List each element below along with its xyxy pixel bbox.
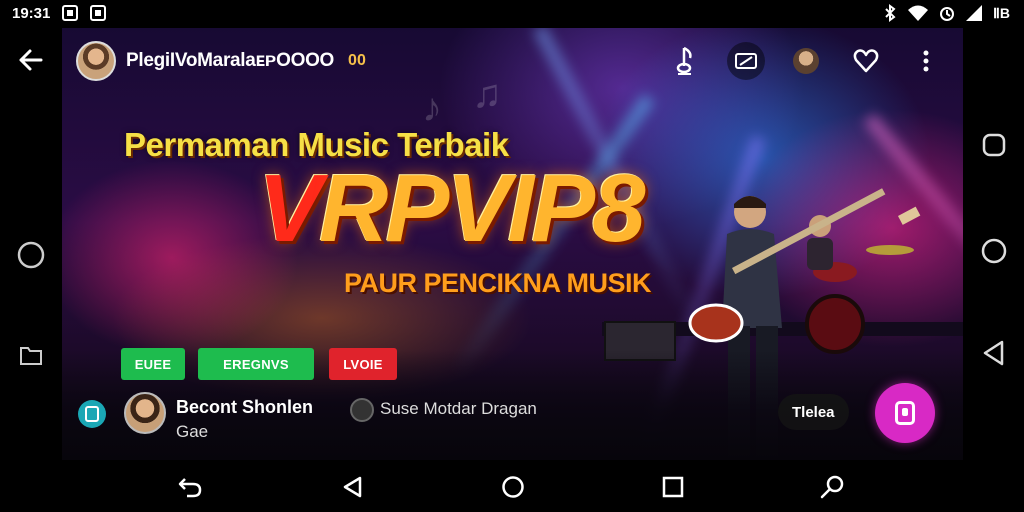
nav-home-button[interactable] [500, 474, 526, 500]
circle-icon [17, 241, 45, 269]
right-nav-rail [963, 26, 1024, 460]
more-options-button[interactable] [907, 42, 945, 80]
back-button[interactable] [17, 46, 45, 74]
nav-recents-button[interactable] [660, 474, 686, 500]
folder-button[interactable] [19, 344, 43, 366]
cast-icon [735, 53, 757, 69]
top-actions [667, 42, 945, 80]
uploader-avatar[interactable] [124, 392, 166, 434]
banner-brand: VRPVIP8 [258, 154, 646, 264]
cast-button[interactable] [727, 42, 765, 80]
overview-button[interactable] [981, 132, 1007, 158]
channel-info[interactable]: PlegiIVoMaralaᴇᴘOOOO 00 [76, 41, 366, 81]
triangle-back-icon [983, 340, 1003, 366]
left-nav-rail [0, 26, 62, 460]
profile-avatar [793, 48, 819, 74]
pill-button[interactable]: Tlelea [778, 394, 849, 430]
bluetooth-icon [885, 4, 896, 22]
tag-chip[interactable]: EUEE [121, 348, 185, 380]
home-button[interactable] [980, 237, 1008, 265]
record-icon [895, 401, 915, 425]
tag-chip[interactable]: LVOIE [329, 348, 397, 380]
uploader-subtitle: Gae [176, 422, 209, 441]
wifi-icon [907, 5, 928, 21]
banner-brand-rest: RPVIP8 [319, 155, 645, 262]
circle-icon [981, 238, 1006, 264]
channel-avatar[interactable] [76, 41, 116, 81]
signal-icon [965, 5, 982, 21]
undo-icon [178, 478, 202, 498]
channel-name[interactable]: PlegiIVoMaralaᴇᴘOOOO [126, 50, 334, 72]
back-arrow-icon [19, 49, 43, 71]
search-icon [820, 475, 844, 499]
nav-search-button[interactable] [819, 474, 845, 500]
profile-button[interactable] [787, 42, 825, 80]
rounded-square-icon [982, 133, 1005, 157]
gallery-notification-icon [90, 5, 107, 21]
channel-badge: 00 [348, 52, 366, 69]
status-time: 19:31 [12, 4, 51, 22]
status-right: ⅡB [883, 4, 1010, 22]
system-nav-bar [0, 460, 1024, 512]
banner-brand-v: V [258, 155, 322, 262]
recents-square-icon [662, 476, 684, 498]
home-circle-icon [502, 476, 524, 498]
battery-icon: ⅡB [992, 4, 1010, 21]
notification-icon [62, 5, 79, 21]
nav-back-button[interactable] [981, 339, 1007, 367]
folder-icon [20, 347, 42, 365]
banner-subline: PAUR PENCIKNA MUSIK [344, 268, 652, 298]
more-vert-icon [923, 50, 929, 72]
triangle-back-icon [343, 476, 362, 498]
uploader-name[interactable]: Becont Shonlen [176, 397, 313, 418]
status-left: 19:31 [12, 4, 107, 22]
left-circle-button[interactable] [16, 240, 46, 270]
tag-chip[interactable]: EREGNVS [198, 348, 314, 380]
undo-button[interactable] [177, 474, 203, 500]
like-button[interactable] [847, 42, 885, 80]
heart-icon [853, 49, 879, 73]
info-badge-icon[interactable] [78, 400, 106, 428]
status-bar: 19:31 ⅡB [0, 0, 1024, 26]
record-fab-button[interactable] [875, 383, 935, 443]
song-title[interactable]: Suse Motdar Dragan [380, 399, 537, 419]
video-player[interactable]: ♪ ♫ PlegiIVoMaralaᴇᴘOOOO 00 Permaman Mus… [62, 28, 963, 460]
alarm-icon [939, 7, 954, 21]
song-disc-icon [350, 398, 374, 422]
music-button[interactable] [667, 42, 705, 80]
music-note-icon [676, 46, 692, 75]
nav-back-button[interactable] [340, 474, 366, 500]
